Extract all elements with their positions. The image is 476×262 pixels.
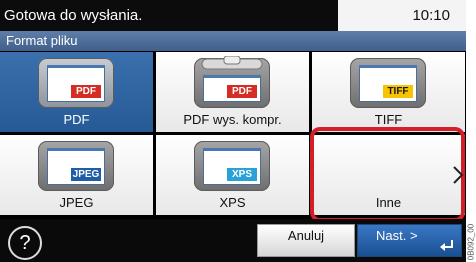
format-tiff-button[interactable]: TIFF TIFF <box>312 52 465 132</box>
format-label: XPS <box>219 195 246 210</box>
format-label: PDF <box>63 112 90 127</box>
format-label: PDF wys. kompr. <box>183 112 282 127</box>
format-pdf-button[interactable]: PDF PDF <box>0 52 153 132</box>
figure-code: 0B092_00 <box>466 222 476 262</box>
xps-file-icon: XPS <box>194 141 270 191</box>
figure-code-text: 0B092_00 <box>466 223 476 261</box>
status-clock: 10:10 <box>338 0 466 31</box>
pdf-badge: PDF <box>227 85 257 98</box>
next-button[interactable]: Nast. > <box>357 224 462 257</box>
format-xps-button[interactable]: XPS XPS <box>156 135 309 215</box>
cancel-button[interactable]: Anuluj <box>257 224 355 257</box>
status-bar: Gotowa do wysłania. 10:10 <box>0 0 466 31</box>
chevron-right-icon[interactable] <box>452 165 464 185</box>
help-icon[interactable]: ? <box>8 226 42 260</box>
format-label: JPEG <box>59 195 94 210</box>
bottom-bar: ? Anuluj Nast. > <box>0 219 466 262</box>
next-button-label: Nast. > <box>376 228 418 243</box>
compress-rollers-icon <box>201 56 263 70</box>
status-message: Gotowa do wysłania. <box>4 7 143 24</box>
highlight-frame <box>310 127 465 222</box>
jpeg-badge: JPEG <box>71 168 101 181</box>
panel-screen: Gotowa do wysłania. 10:10 Format pliku P… <box>0 0 466 262</box>
jpeg-file-icon: JPEG <box>38 141 114 191</box>
xps-badge: XPS <box>227 168 257 181</box>
format-pdf-compressed-button[interactable]: PDF PDF wys. kompr. <box>156 52 309 132</box>
pdf-badge: PDF <box>71 85 101 98</box>
tiff-badge: TIFF <box>383 85 413 98</box>
format-label: TIFF <box>374 112 403 127</box>
pdf-file-icon: PDF <box>38 58 114 108</box>
enter-icon <box>440 240 453 251</box>
tiff-file-icon: TIFF <box>350 58 426 108</box>
format-jpeg-button[interactable]: JPEG JPEG <box>0 135 153 215</box>
section-title: Format pliku <box>0 31 466 51</box>
